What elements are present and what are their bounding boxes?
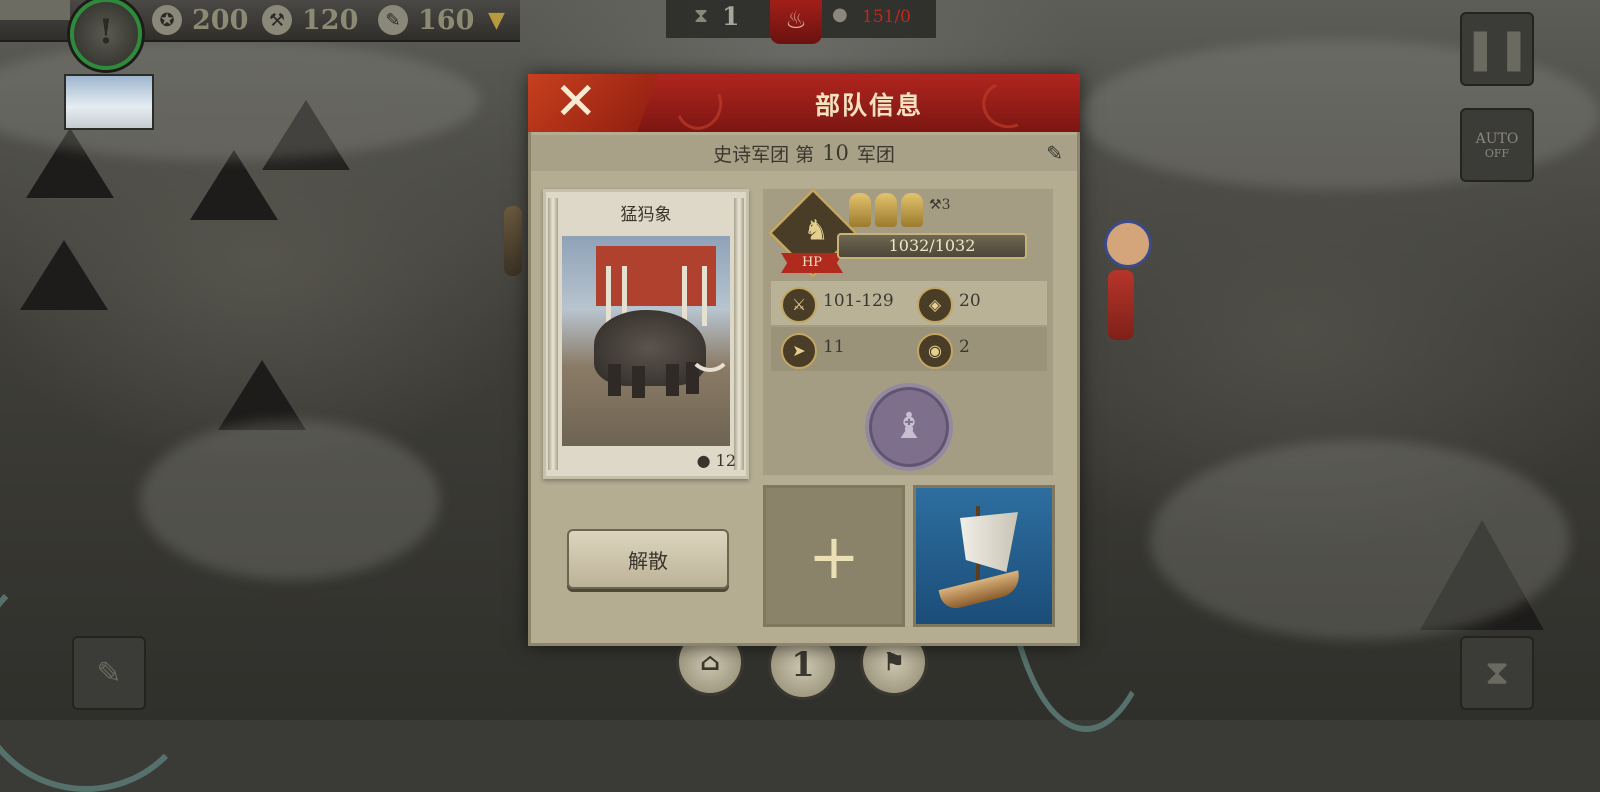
minimap[interactable] xyxy=(64,74,154,130)
rank-level: ⚒3 xyxy=(929,197,950,213)
mountain xyxy=(20,240,108,310)
scroll-menu-button[interactable]: ✎ xyxy=(72,636,146,710)
general-portrait[interactable] xyxy=(1104,220,1152,268)
add-siege-icon: + xyxy=(808,519,860,593)
top-left-frame xyxy=(0,0,70,20)
enemy-unit[interactable] xyxy=(504,206,522,276)
movement-icon: ➤ xyxy=(781,333,817,369)
population-icon: ● xyxy=(832,4,848,25)
attack-icon: ⚔ xyxy=(781,287,817,323)
medal-icon: ✪ xyxy=(152,5,182,35)
vision-icon: ◉ xyxy=(917,333,953,369)
auto-battle-toggle[interactable]: AUTO OFF xyxy=(1460,108,1534,182)
pillar xyxy=(606,266,611,326)
vision-value: 2 xyxy=(959,337,970,357)
unit-portrait xyxy=(562,236,730,446)
movement-value: 11 xyxy=(823,337,845,357)
transport-ship-slot[interactable] xyxy=(913,485,1055,627)
add-siege-slot[interactable]: + xyxy=(763,485,905,627)
chevron-down-icon[interactable]: ▼ xyxy=(488,8,505,33)
fog xyxy=(1150,440,1570,640)
resource-value: 160 xyxy=(418,4,475,36)
mammoth-tusk xyxy=(688,328,730,372)
ship-icon xyxy=(938,570,1024,612)
armor-icon: ◈ xyxy=(917,287,953,323)
pause-button[interactable]: ❚❚ xyxy=(1460,12,1534,86)
mammoth-leg xyxy=(666,364,679,396)
turn-count: 1 xyxy=(722,2,740,31)
unit-card: 猛犸象 ● 12 xyxy=(543,189,749,479)
auto-label: AUTO xyxy=(1475,130,1519,147)
stat-row: ➤ 11 ◉ 2 xyxy=(771,327,1047,371)
building xyxy=(596,246,716,306)
close-icon: ✕ xyxy=(554,72,598,132)
pillar xyxy=(702,266,707,326)
close-button[interactable]: ✕ xyxy=(528,74,658,132)
ship-sail xyxy=(960,512,1018,572)
card-column-left xyxy=(548,198,558,470)
pencil-icon: ✎ xyxy=(1046,141,1063,165)
legion-name: 史诗军团 第 10 军团 xyxy=(531,135,1077,171)
fire-icon[interactable]: ♨ xyxy=(770,0,822,44)
end-turn-button[interactable]: ⧗ xyxy=(1460,636,1534,710)
helmet-rank-icon xyxy=(901,193,923,227)
dialog-header: ✕ 部队信息 xyxy=(528,73,1080,137)
resource-bar: ! ✪ 200 ⚒ 120 ✎ 160 ▼ xyxy=(0,0,520,70)
card-column-right xyxy=(734,198,744,470)
attack-value: 101-129 xyxy=(823,291,894,311)
stat-row: ⚔ 101-129 ◈ 20 xyxy=(771,281,1047,325)
unit-count: ● 12 xyxy=(697,451,736,470)
hourglass-icon: ⧗ xyxy=(694,3,709,27)
legion-unit[interactable] xyxy=(1108,270,1134,340)
resource-hammer: ⚒ 120 xyxy=(262,4,358,36)
hp-label: HP xyxy=(781,253,843,273)
unit-name: 猛犸象 xyxy=(620,205,672,225)
disband-label: 解散 xyxy=(628,548,668,573)
mammoth-leg xyxy=(632,366,645,398)
scroll-icon: ✎ xyxy=(378,5,408,35)
rank-level-value: 3 xyxy=(941,197,951,213)
person-icon: ● xyxy=(696,451,711,470)
resource-value: 200 xyxy=(192,4,249,36)
population-count: 151/0 xyxy=(862,7,911,27)
unit-info-dialog: ✕ 部队信息 史诗军团 第 10 军团 ✎ 猛犸象 ● 12 解散 ♞ HP ⚒… xyxy=(528,73,1080,646)
unit-count-value: 12 xyxy=(715,451,736,470)
disband-button[interactable]: 解散 xyxy=(567,529,729,589)
turn-button-label: 1 xyxy=(791,645,815,685)
hourglass-icon: ⧗ xyxy=(1485,653,1509,693)
scroll-icon: ✎ xyxy=(96,655,122,691)
hp-bar: 1032/1032 xyxy=(837,233,1027,259)
mammoth-leg xyxy=(608,364,621,396)
exclamation-icon: ! xyxy=(98,12,114,52)
resource-medal: ✪ 200 xyxy=(152,4,248,36)
axe-icon: ⚒ xyxy=(929,197,942,213)
legion-number: 10 xyxy=(822,141,849,165)
alert-button[interactable]: ! xyxy=(70,0,142,70)
legion-name-suffix: 军团 xyxy=(856,143,895,166)
mammoth-skill-icon[interactable]: ♝ xyxy=(865,383,953,471)
unit-stats-panel: ♞ HP ⚒3 1032/1032 ⚔ 101-129 ◈ 20 ➤ 11 ◉ … xyxy=(763,187,1053,475)
edit-name-button[interactable]: ✎ xyxy=(1046,141,1063,165)
hammer-icon: ⚒ xyxy=(262,5,292,35)
resource-value: 120 xyxy=(302,4,359,36)
legion-name-prefix: 史诗军团 第 xyxy=(713,143,815,166)
armor-value: 20 xyxy=(959,291,981,311)
resource-scroll: ✎ 160 xyxy=(378,4,474,36)
helmet-rank-icon xyxy=(875,193,897,227)
helmet-rank-icon xyxy=(849,193,871,227)
dialog-title: 部队信息 xyxy=(814,91,923,120)
auto-state: OFF xyxy=(1484,146,1510,160)
pause-icon: ❚❚ xyxy=(1463,26,1531,72)
fog xyxy=(140,420,440,580)
